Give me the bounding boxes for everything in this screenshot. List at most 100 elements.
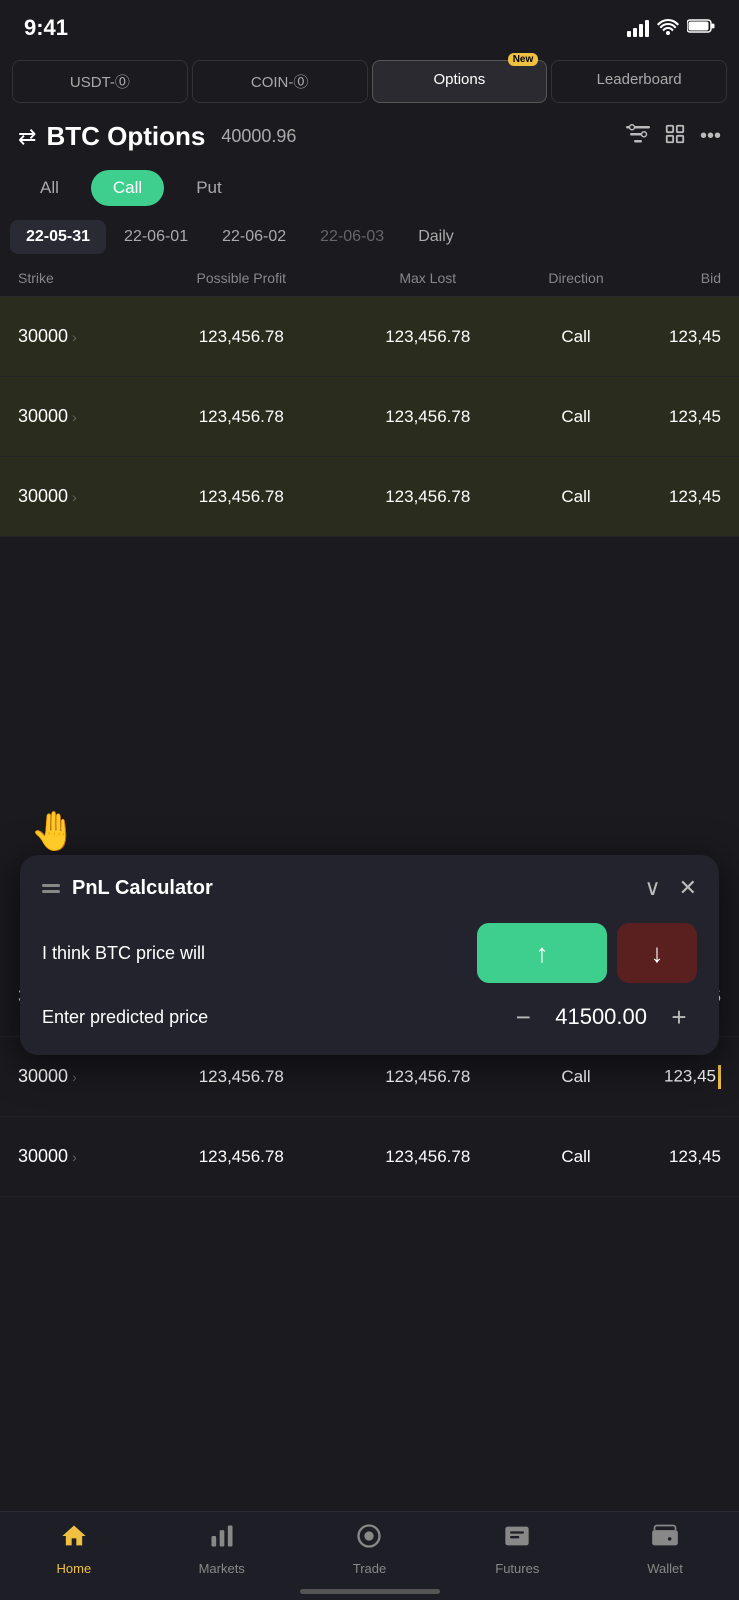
cell-strike: 30000 › xyxy=(18,1066,148,1087)
cell-lost: 123,456.78 xyxy=(335,327,522,347)
pnl-drag-bars xyxy=(42,884,60,893)
date-tab-2[interactable]: 22-06-02 xyxy=(206,220,302,254)
pnl-minimize-icon[interactable]: ∨ xyxy=(644,875,660,901)
cell-direction: Call xyxy=(521,487,631,507)
col-header-lost: Max Lost xyxy=(335,270,522,286)
pnl-prompt: I think BTC price will xyxy=(42,943,477,964)
cell-profit: 123,456.78 xyxy=(148,407,335,427)
cell-bid: 123,45 xyxy=(631,1147,721,1167)
cell-profit: 123,456.78 xyxy=(148,1147,335,1167)
status-bar: 9:41 xyxy=(0,0,739,52)
pnl-direction-buttons: ↑ ↓ xyxy=(477,923,697,983)
nav-markets[interactable]: Markets xyxy=(148,1522,296,1576)
cell-lost: 123,456.78 xyxy=(335,407,522,427)
trade-icon xyxy=(355,1522,383,1557)
nav-futures-label: Futures xyxy=(495,1561,539,1576)
table-row[interactable]: 30000 › 123,456.78 123,456.78 Call 123,4… xyxy=(0,457,739,537)
pnl-close-icon[interactable]: ✕ xyxy=(679,875,697,901)
table-row[interactable]: 30000 › 123,456.78 123,456.78 Call 123,4… xyxy=(0,297,739,377)
date-tab-1[interactable]: 22-06-01 xyxy=(108,220,204,254)
markets-icon xyxy=(208,1522,236,1557)
table-row[interactable]: 30000 › 123,456.78 123,456.78 Call 123,4… xyxy=(0,1117,739,1197)
pnl-price-value: 41500.00 xyxy=(555,1004,647,1030)
status-icons xyxy=(627,17,715,40)
signal-bars-icon xyxy=(627,19,649,37)
tab-usdt[interactable]: USDT-⓪ xyxy=(12,60,188,103)
cell-direction: Call xyxy=(521,1147,631,1167)
filter-tab-all[interactable]: All xyxy=(18,170,81,206)
new-badge: New xyxy=(508,53,539,66)
chevron-right-icon: › xyxy=(72,1069,77,1085)
filter-icon[interactable] xyxy=(626,123,650,151)
date-tab-3[interactable]: 22-06-03 xyxy=(304,220,400,254)
cell-bid: 123,45 xyxy=(631,487,721,507)
settings-icon[interactable] xyxy=(664,123,686,151)
pnl-calculator: PnL Calculator ∨ ✕ I think BTC price wil… xyxy=(20,855,719,1055)
pnl-header: PnL Calculator ∨ ✕ xyxy=(42,875,697,901)
chevron-right-icon: › xyxy=(72,1149,77,1165)
cell-lost: 123,456.78 xyxy=(335,487,522,507)
nav-wallet[interactable]: Wallet xyxy=(591,1522,739,1576)
pnl-up-button[interactable]: ↑ xyxy=(477,923,607,983)
cell-strike: 30000 › xyxy=(18,326,148,347)
cell-lost: 123,456.78 xyxy=(335,1067,522,1087)
cell-direction: Call xyxy=(521,327,631,347)
cell-direction: Call xyxy=(521,1067,631,1087)
tab-options[interactable]: Options New xyxy=(372,60,548,103)
bottom-nav: Home Markets Trade Futures xyxy=(0,1511,739,1600)
page-header: ⇄ BTC Options 40000.96 ••• xyxy=(0,111,739,162)
date-tab-daily[interactable]: Daily xyxy=(402,220,470,254)
cell-lost: 123,456.78 xyxy=(335,1147,522,1167)
wifi-icon xyxy=(657,17,679,40)
pnl-down-button[interactable]: ↓ xyxy=(617,923,697,983)
header-price: 40000.96 xyxy=(221,126,296,147)
more-icon[interactable]: ••• xyxy=(700,125,721,148)
pnl-controls: ∨ ✕ xyxy=(644,875,697,901)
cell-profit: 123,456.78 xyxy=(148,487,335,507)
cell-bid: 123,45 xyxy=(631,407,721,427)
cell-strike: 30000 › xyxy=(18,406,148,427)
header-actions: ••• xyxy=(626,123,721,151)
cell-strike: 30000 › xyxy=(18,486,148,507)
page-title: BTC Options xyxy=(46,121,205,152)
pnl-title: PnL Calculator xyxy=(72,877,213,900)
tab-coin[interactable]: COIN-⓪ xyxy=(192,60,368,103)
col-header-strike: Strike xyxy=(18,270,148,286)
wallet-icon xyxy=(651,1522,679,1557)
cell-profit: 123,456.78 xyxy=(148,1067,335,1087)
filter-tabs: All Call Put xyxy=(0,162,739,214)
top-tab-bar: USDT-⓪ COIN-⓪ Options New Leaderboard xyxy=(0,52,739,111)
pnl-plus-button[interactable]: + xyxy=(661,999,697,1035)
down-arrow-icon: ↓ xyxy=(651,938,664,969)
filter-tab-call[interactable]: Call xyxy=(91,170,164,206)
cell-strike: 30000 › xyxy=(18,1146,148,1167)
cell-profit: 123,456.78 xyxy=(148,327,335,347)
nav-trade[interactable]: Trade xyxy=(296,1522,444,1576)
pnl-minus-button[interactable]: − xyxy=(505,999,541,1035)
pnl-direction-row: I think BTC price will ↑ ↓ xyxy=(42,923,697,983)
table-row[interactable]: 30000 › 123,456.78 123,456.78 Call 123,4… xyxy=(0,377,739,457)
nav-trade-label: Trade xyxy=(353,1561,386,1576)
col-header-bid: Bid xyxy=(631,270,721,286)
pnl-price-controls: − 41500.00 + xyxy=(505,999,697,1035)
drag-handle-icon[interactable]: 🤚 xyxy=(30,810,77,854)
cell-bid: 123,45 xyxy=(631,327,721,347)
filter-tab-put[interactable]: Put xyxy=(174,170,244,206)
nav-futures[interactable]: Futures xyxy=(443,1522,591,1576)
chevron-right-icon: › xyxy=(72,489,77,505)
col-header-profit: Possible Profit xyxy=(148,270,335,286)
chevron-right-icon: › xyxy=(72,409,77,425)
tab-leaderboard[interactable]: Leaderboard xyxy=(551,60,727,103)
date-tab-0[interactable]: 22-05-31 xyxy=(10,220,106,254)
nav-markets-label: Markets xyxy=(199,1561,245,1576)
swap-icon[interactable]: ⇄ xyxy=(18,124,36,150)
futures-icon xyxy=(503,1522,531,1557)
pnl-price-row: Enter predicted price − 41500.00 + xyxy=(42,999,697,1035)
chevron-right-icon: › xyxy=(72,329,77,345)
home-icon xyxy=(60,1522,88,1557)
nav-home[interactable]: Home xyxy=(0,1522,148,1576)
up-arrow-icon: ↑ xyxy=(536,938,549,969)
home-indicator xyxy=(300,1589,440,1594)
cell-bid: 123,45 xyxy=(631,1065,721,1089)
cell-direction: Call xyxy=(521,407,631,427)
